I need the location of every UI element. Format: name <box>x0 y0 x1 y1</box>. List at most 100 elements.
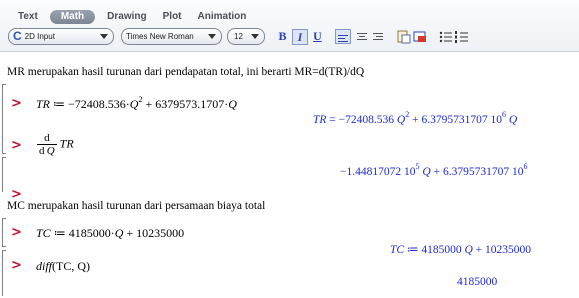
group-bracket <box>2 157 3 192</box>
coefficient-1: 4185000 <box>421 244 462 256</box>
align-left-icon <box>338 35 348 42</box>
group-bracket-top <box>2 84 6 85</box>
math-output-tr: TR = −72408.536 Q2 + 6.3795731707 106 Q <box>313 111 518 127</box>
align-right-icon <box>373 33 383 40</box>
align-right-button[interactable] <box>370 29 386 44</box>
tab-animation[interactable]: Animation <box>190 10 255 24</box>
text-paragraph-mr[interactable]: MR merupakan hasil turunan dari pendapat… <box>7 66 364 78</box>
equals-operator: = <box>329 114 336 126</box>
tr-symbol: TR <box>313 114 327 126</box>
tc-symbol: TC <box>36 226 51 240</box>
page-icon <box>397 30 411 44</box>
page-layout-button[interactable] <box>396 29 412 44</box>
plus-operator: + <box>126 226 134 240</box>
font-value: Times New Roman <box>126 32 194 41</box>
tc-symbol: TC <box>390 244 405 256</box>
coefficient-1: −72408.536 <box>68 97 126 111</box>
numbered-list-icon <box>455 31 468 43</box>
math-output-diff: 4185000 <box>457 276 498 288</box>
mantissa-2: 6.3795731707 <box>442 166 510 178</box>
diff-arguments: (TC, Q) <box>52 259 91 273</box>
prompt-marker: > <box>11 258 22 273</box>
worksheet[interactable]: MR merupakan hasil turunan dari pendapat… <box>0 52 579 298</box>
input-mode-value: 2D Input <box>24 32 55 41</box>
coefficient-1: −72408.536 <box>338 114 395 126</box>
exponent: 2 <box>405 110 410 119</box>
assign-operator: ≔ <box>53 97 66 111</box>
math-input-tr[interactable]: TR ≔ −72408.536·Q2 + 6379573.1707·Q <box>36 95 237 112</box>
math-input-derivative[interactable]: d d Q TR <box>37 132 74 157</box>
tab-drawing[interactable]: Drawing <box>99 10 154 24</box>
assign-operator: ≔ <box>53 226 66 240</box>
numbered-list-button[interactable] <box>454 29 470 44</box>
exponent: 6 <box>501 110 506 119</box>
variable-q: Q <box>422 166 431 178</box>
exponent: 2 <box>138 95 143 104</box>
exponent: 6 <box>523 162 528 171</box>
base-ten: 10 <box>511 166 524 178</box>
chevron-down-icon <box>251 34 259 39</box>
underline-button[interactable]: U <box>310 29 325 44</box>
math-input-icon: C <box>13 29 22 43</box>
italic-button[interactable]: I <box>292 28 308 45</box>
variable-q: Q <box>508 114 518 126</box>
align-left-button[interactable] <box>335 29 351 44</box>
math-input-diff[interactable]: diff(TC, Q) <box>36 259 90 274</box>
align-center-button[interactable] <box>354 29 370 44</box>
tab-text[interactable]: Text <box>10 10 46 24</box>
box-insert-button[interactable] <box>412 29 428 44</box>
derivative-fraction: d d Q <box>37 132 57 157</box>
input-mode-dropdown[interactable]: C 2D Input <box>8 28 114 45</box>
bold-button[interactable]: B <box>275 29 290 44</box>
coefficient-1: 4185000 <box>68 226 111 240</box>
assign-operator: ≔ <box>406 244 419 256</box>
plus-operator: + <box>433 166 441 178</box>
variable-q: Q <box>228 97 237 111</box>
variable-q: Q <box>46 145 55 157</box>
text-paragraph-mc[interactable]: MC merupakan hasil turunan dari persamaa… <box>7 200 265 212</box>
context-toolbar: Text Math Drawing Plot Animation C 2D In… <box>0 0 579 52</box>
format-row: C 2D Input Times New Roman 12 B I U <box>8 28 470 45</box>
exponent: 5 <box>415 162 420 171</box>
group-bracket-top <box>2 218 6 219</box>
group-bracket <box>2 84 3 154</box>
variable-q: Q <box>464 244 473 256</box>
bullet-list-icon <box>439 31 452 43</box>
mantissa-1: −1.44817072 <box>340 166 402 178</box>
bullet-list-button[interactable] <box>438 29 454 44</box>
plus-operator: + <box>475 244 483 256</box>
group-bracket-bottom <box>2 153 6 154</box>
tr-symbol: TR <box>59 136 74 151</box>
plus-operator: + <box>412 114 419 126</box>
derivative-denominator: d Q <box>37 144 57 157</box>
mantissa: 6.3795731707 <box>421 114 488 126</box>
coefficient-2: 10235000 <box>485 244 532 256</box>
group-bracket <box>2 218 3 247</box>
chevron-down-icon <box>208 34 216 39</box>
coefficient-2: 6379573.1707 <box>155 97 225 111</box>
derivative-d: d <box>39 145 45 157</box>
plus-operator: + <box>145 97 153 111</box>
font-dropdown[interactable]: Times New Roman <box>121 28 222 45</box>
diff-function: diff <box>36 259 53 273</box>
group-bracket <box>2 250 3 296</box>
prompt-marker: > <box>11 96 22 111</box>
group-bracket-bottom <box>2 246 6 247</box>
align-center-icon <box>357 33 367 40</box>
prompt-marker: > <box>11 138 22 153</box>
base-ten: 10 <box>404 166 416 178</box>
prompt-marker: > <box>11 225 22 240</box>
group-bracket-top <box>2 250 6 251</box>
tab-plot[interactable]: Plot <box>155 10 190 24</box>
derivative-numerator: d <box>44 132 50 144</box>
math-output-tc: TC ≔ 4185000 Q + 10235000 <box>390 242 531 256</box>
box-icon <box>413 31 426 42</box>
chevron-down-icon <box>100 34 108 39</box>
tab-math[interactable]: Math <box>49 10 96 24</box>
math-input-tc[interactable]: TC ≔ 4185000·Q + 10235000 <box>36 226 184 241</box>
coefficient-2: 10235000 <box>136 226 185 240</box>
base-ten: 10 <box>490 114 502 126</box>
variable-q: Q <box>114 226 124 240</box>
mode-tabs: Text Math Drawing Plot Animation <box>10 9 254 25</box>
font-size-dropdown[interactable]: 12 <box>227 28 265 45</box>
